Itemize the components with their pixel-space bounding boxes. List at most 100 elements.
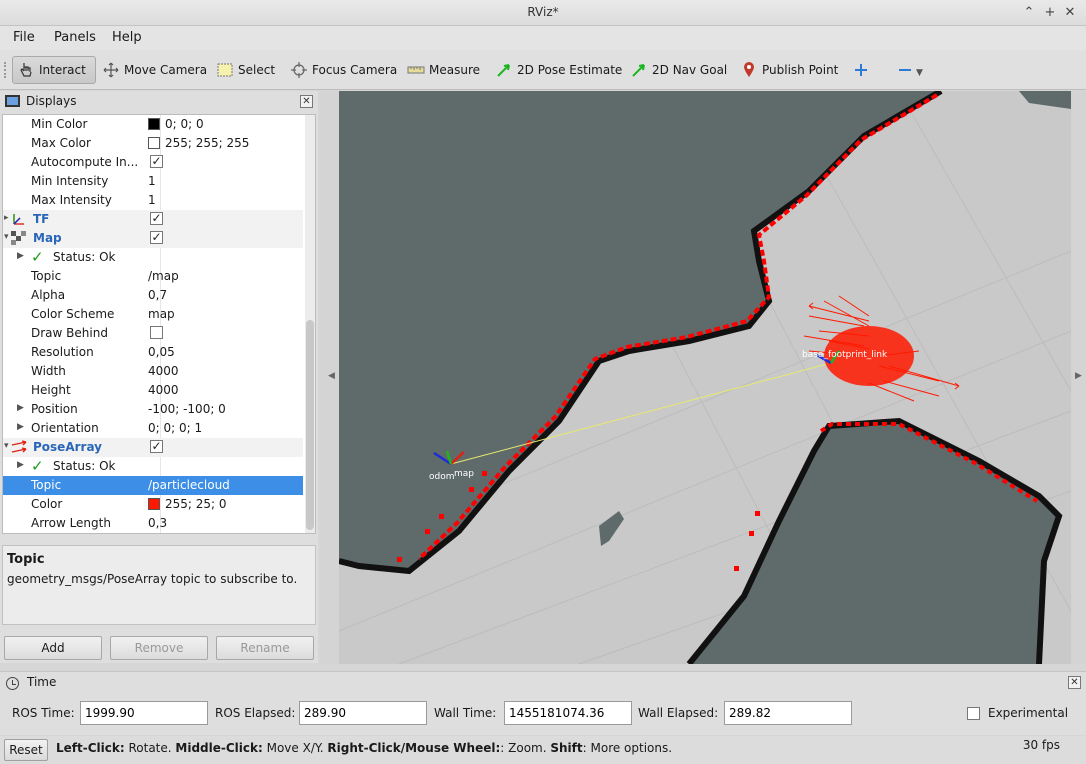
add-display-button[interactable]: Add xyxy=(4,636,102,660)
tree-row-posearray-status[interactable]: ▶ ✓ Status: Ok xyxy=(3,457,303,476)
property-name: Draw Behind xyxy=(31,326,108,340)
plus-icon xyxy=(852,61,870,79)
remove-tool-button[interactable]: ▼ xyxy=(892,56,927,84)
tree-row-height[interactable]: Height 4000 xyxy=(3,381,303,400)
toolbar-grip[interactable] xyxy=(4,62,8,78)
menu-help[interactable]: Help xyxy=(112,30,142,45)
display-name: TF xyxy=(33,212,50,226)
map-enable-checkbox[interactable]: ✓ xyxy=(150,231,163,244)
close-window-icon[interactable]: ✕ xyxy=(1061,4,1079,22)
draw-behind-checkbox[interactable] xyxy=(150,326,163,339)
expand-arrow-icon[interactable]: ▶ xyxy=(17,422,24,432)
tree-row-max-color[interactable]: Max Color 255; 255; 255 xyxy=(3,134,303,153)
tree-row-resolution[interactable]: Resolution 0,05 xyxy=(3,343,303,362)
pose-estimate-tool-button[interactable]: 2D Pose Estimate xyxy=(491,56,626,84)
tree-row-max-intensity[interactable]: Max Intensity 1 xyxy=(3,191,303,210)
collapse-right-icon[interactable]: ▶ xyxy=(1075,371,1082,381)
tree-row-map[interactable]: ▾ Map ✓ xyxy=(3,229,303,248)
interact-tool-button[interactable]: Interact xyxy=(12,56,96,84)
property-value: 0; 0; 0 xyxy=(148,117,204,131)
scrollbar-thumb[interactable] xyxy=(306,320,314,530)
color-swatch xyxy=(148,137,160,149)
property-value: /map xyxy=(148,269,179,283)
menu-panels[interactable]: Panels xyxy=(54,30,96,45)
odom-frame-label: odom xyxy=(429,472,455,482)
expand-arrow-icon[interactable]: ▸ xyxy=(4,213,9,223)
collapse-left-icon[interactable]: ◀ xyxy=(328,371,335,381)
green-arrow-icon xyxy=(495,61,513,79)
tree-row-min-intensity[interactable]: Min Intensity 1 xyxy=(3,172,303,191)
tree-row-posearray-topic[interactable]: Topic /particlecloud xyxy=(3,476,303,495)
tree-row-position[interactable]: ▶ Position -100; -100; 0 xyxy=(3,400,303,419)
crosshair-icon xyxy=(290,61,308,79)
menu-file[interactable]: File xyxy=(13,30,35,45)
hint-text: : Zoom. xyxy=(500,741,551,755)
maximize-icon[interactable]: + xyxy=(1041,4,1059,22)
tree-row-posearray[interactable]: ▾ PoseArray ✓ xyxy=(3,438,303,457)
tree-row-autocompute[interactable]: Autocompute In... ✓ xyxy=(3,153,303,172)
checkmark-icon: ✓ xyxy=(31,248,44,266)
posearray-enable-checkbox[interactable]: ✓ xyxy=(150,440,163,453)
expand-arrow-icon[interactable]: ▶ xyxy=(17,460,24,470)
move-camera-tool-button[interactable]: Move Camera xyxy=(98,56,211,84)
tf-enable-checkbox[interactable]: ✓ xyxy=(150,212,163,225)
close-panel-icon[interactable]: ✕ xyxy=(300,95,313,108)
tree-row-width[interactable]: Width 4000 xyxy=(3,362,303,381)
tree-row-arrow-length[interactable]: Arrow Length 0,3 xyxy=(3,514,303,533)
property-name: Topic xyxy=(31,269,62,283)
wall-time-field[interactable] xyxy=(504,701,632,725)
ros-time-field[interactable] xyxy=(80,701,208,725)
color-swatch xyxy=(148,498,160,510)
focus-camera-tool-button[interactable]: Focus Camera xyxy=(286,56,401,84)
minimize-icon[interactable]: ⌃ xyxy=(1020,4,1038,22)
status-text: Status: Ok xyxy=(53,459,116,473)
tree-row-posearray-color[interactable]: Color 255; 25; 0 xyxy=(3,495,303,514)
fps-counter: 30 fps xyxy=(1022,738,1060,752)
left-splitter[interactable]: ◀ xyxy=(320,91,339,664)
right-splitter[interactable]: ▶ xyxy=(1072,91,1086,664)
add-tool-button[interactable] xyxy=(848,56,878,84)
nav-goal-tool-button[interactable]: 2D Nav Goal xyxy=(626,56,731,84)
tree-row-tf[interactable]: ▸ TF ✓ xyxy=(3,210,303,229)
tree-row-orientation[interactable]: ▶ Orientation 0; 0; 0; 1 xyxy=(3,419,303,438)
select-rect-icon xyxy=(216,61,234,79)
posearray-arrows-icon xyxy=(11,440,29,457)
autocompute-checkbox[interactable]: ✓ xyxy=(150,155,163,168)
property-value: -100; -100; 0 xyxy=(148,402,226,416)
publish-point-label: Publish Point xyxy=(762,63,839,77)
reset-button[interactable]: Reset xyxy=(4,739,48,761)
tree-row-map-status[interactable]: ▶ ✓ Status: Ok xyxy=(3,248,303,267)
property-help-box: Topic geometry_msgs/PoseArray topic to s… xyxy=(2,545,316,625)
rename-display-button[interactable]: Rename xyxy=(216,636,314,660)
tree-row-map-topic[interactable]: Topic /map xyxy=(3,267,303,286)
tree-scrollbar[interactable] xyxy=(305,115,315,533)
wall-elapsed-label: Wall Elapsed: xyxy=(638,706,719,720)
displays-tree[interactable]: Min Color 0; 0; 0 Max Color 255; 255; 25… xyxy=(2,114,316,534)
publish-point-tool-button[interactable]: Publish Point xyxy=(736,56,842,84)
tree-row-min-color[interactable]: Min Color 0; 0; 0 xyxy=(3,115,303,134)
property-name: Height xyxy=(31,383,71,397)
tree-row-color-scheme[interactable]: Color Scheme map xyxy=(3,305,303,324)
ros-elapsed-field[interactable] xyxy=(299,701,427,725)
expand-arrow-icon[interactable]: ▶ xyxy=(17,251,24,261)
measure-tool-button[interactable]: Measure xyxy=(403,56,484,84)
property-name: Arrow Length xyxy=(31,516,111,530)
ruler-icon xyxy=(407,61,425,79)
tree-row-draw-behind[interactable]: Draw Behind xyxy=(3,324,303,343)
wall-elapsed-field[interactable] xyxy=(724,701,852,725)
close-time-panel-icon[interactable]: ✕ xyxy=(1068,676,1081,689)
tree-row-alpha[interactable]: Alpha 0,7 xyxy=(3,286,303,305)
3d-viewport[interactable]: ◀ ▶ odom map base_footprint_link xyxy=(320,91,1086,664)
collapse-arrow-icon[interactable]: ▾ xyxy=(4,232,9,242)
property-value: 0,3 xyxy=(148,516,168,530)
collapse-arrow-icon[interactable]: ▾ xyxy=(4,441,9,451)
hint-key: Right-Click/Mouse Wheel: xyxy=(327,741,501,755)
property-value: /particlecloud xyxy=(148,478,230,492)
select-tool-button[interactable]: Select xyxy=(212,56,279,84)
remove-display-button[interactable]: Remove xyxy=(110,636,208,660)
property-value: 1 xyxy=(148,193,156,207)
expand-arrow-icon[interactable]: ▶ xyxy=(17,403,24,413)
status-message: Left-Click: Rotate. Middle-Click: Move X… xyxy=(56,741,672,755)
experimental-checkbox[interactable] xyxy=(967,707,980,720)
map-render[interactable]: odom map base_footprint_link xyxy=(339,91,1071,664)
